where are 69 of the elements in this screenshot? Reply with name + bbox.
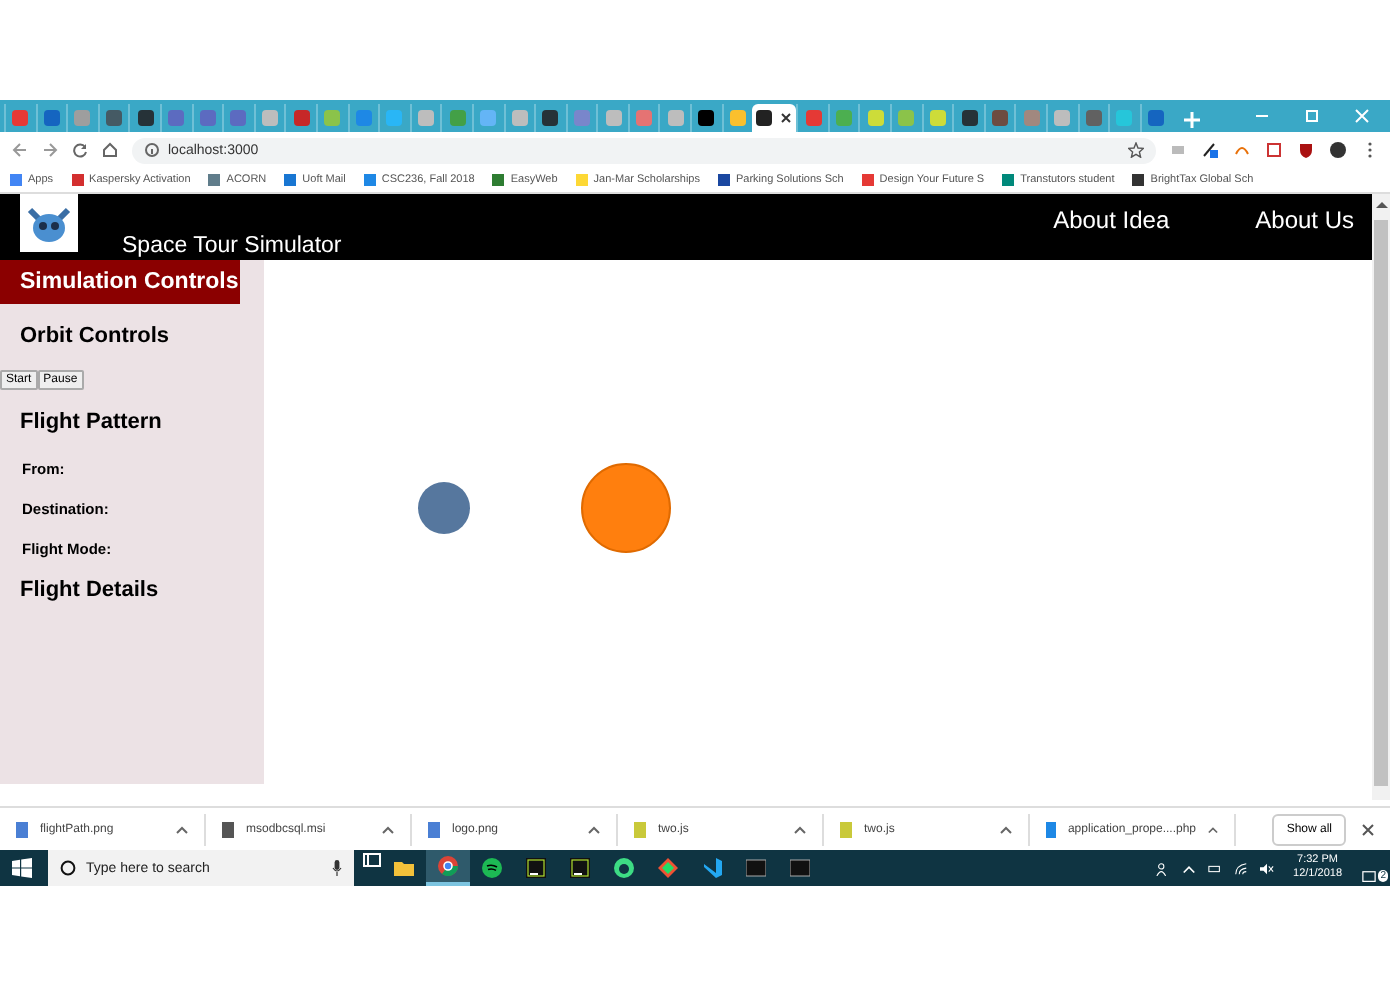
- nav-link[interactable]: About Idea: [1053, 206, 1170, 236]
- maximize-icon[interactable]: [1304, 108, 1320, 124]
- bookmark-icon: [861, 174, 874, 186]
- bookmark-icon: [363, 174, 376, 186]
- ide-icon[interactable]: [570, 858, 590, 878]
- terminal-icon[interactable]: [790, 858, 810, 878]
- scrollbar[interactable]: [1372, 194, 1390, 800]
- windows-icon[interactable]: [12, 858, 32, 878]
- file-icon: [16, 821, 28, 837]
- section-heading: Flight Details: [20, 578, 161, 606]
- sidebar-heading: Simulation Controls: [0, 260, 240, 304]
- info-icon[interactable]: [144, 142, 160, 158]
- section-heading: Orbit Controls: [20, 324, 172, 352]
- forward-icon[interactable]: [42, 142, 58, 158]
- shield-icon[interactable]: [1298, 142, 1314, 158]
- browser-tab[interactable]: [752, 104, 797, 132]
- notification-icon[interactable]: [1362, 870, 1376, 884]
- section-heading: Flight Pattern: [20, 410, 164, 438]
- extension-icon[interactable]: [1202, 142, 1218, 158]
- battery-icon[interactable]: [1207, 861, 1222, 875]
- plus-icon[interactable]: [1182, 108, 1203, 132]
- browser-icon[interactable]: [438, 856, 458, 876]
- close-icon[interactable]: [1362, 823, 1374, 835]
- browser-tab[interactable]: [952, 104, 984, 132]
- caret-icon[interactable]: [176, 825, 188, 833]
- terminal-icon[interactable]: [746, 858, 766, 878]
- reload-icon[interactable]: [72, 142, 88, 158]
- bookmark-icon: [717, 174, 730, 186]
- caret-icon[interactable]: [1181, 861, 1196, 875]
- people-icon[interactable]: [1155, 861, 1170, 875]
- ide-icon[interactable]: [526, 858, 546, 878]
- diamond-icon[interactable]: [658, 858, 678, 878]
- editor-icon[interactable]: [702, 858, 722, 878]
- bookmark-icon: [71, 174, 84, 186]
- home-icon[interactable]: [102, 142, 118, 158]
- star-icon[interactable]: [1128, 142, 1144, 158]
- wifi-icon[interactable]: [1233, 861, 1248, 875]
- caret-icon[interactable]: [794, 825, 806, 833]
- caret-icon[interactable]: [382, 825, 394, 833]
- bookmark-icon: [284, 174, 297, 186]
- search-icon: [60, 860, 76, 876]
- scroll-up-icon[interactable]: [1375, 198, 1387, 210]
- scrollbar-thumb[interactable]: [1374, 220, 1388, 786]
- file-icon: [1046, 821, 1056, 837]
- close-icon[interactable]: [777, 110, 794, 126]
- music-icon[interactable]: [482, 858, 502, 878]
- caret-icon[interactable]: [588, 825, 600, 833]
- caret-icon[interactable]: [1000, 825, 1012, 833]
- file-icon: [222, 821, 234, 837]
- bookmark-icon: [1132, 174, 1145, 186]
- folder-icon[interactable]: [394, 858, 414, 878]
- avatar-icon[interactable]: [1330, 142, 1346, 158]
- bookmark-icon: [1002, 174, 1015, 186]
- file-icon: [840, 821, 852, 837]
- bookmark-icon: [492, 174, 505, 186]
- bookmark-icon: [10, 174, 22, 186]
- back-icon[interactable]: [12, 142, 28, 158]
- browser-tab[interactable]: [128, 104, 160, 132]
- nav-link[interactable]: About Us: [1255, 206, 1354, 236]
- site-title: Space Tour Simulator: [122, 234, 342, 258]
- task-view-icon[interactable]: [362, 850, 382, 870]
- bookmark-icon: [575, 174, 588, 186]
- microphone-icon[interactable]: [332, 860, 342, 876]
- file-icon: [428, 821, 440, 837]
- file-icon: [634, 821, 646, 837]
- logo-icon[interactable]: [20, 194, 78, 252]
- taskbar-app[interactable]: [426, 850, 470, 886]
- bookmark-icon: [208, 174, 221, 186]
- speaker-icon[interactable]: [1259, 861, 1274, 875]
